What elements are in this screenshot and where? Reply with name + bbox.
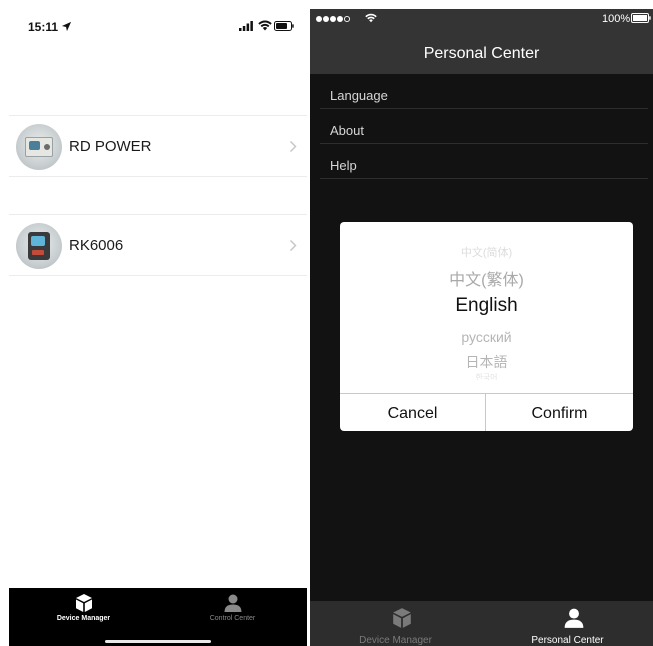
battery-percent: 100%: [602, 13, 631, 25]
menu-item-label: Language: [330, 88, 388, 103]
settings-menu: Language About Help: [310, 74, 653, 179]
tab-label: Control Center: [209, 615, 256, 622]
tab-device-manager[interactable]: Device Manager: [310, 601, 481, 646]
chevron-right-icon: [289, 140, 297, 153]
device-name: RK6006: [69, 237, 124, 254]
cancel-button[interactable]: Cancel: [340, 394, 486, 431]
menu-item-about[interactable]: About: [320, 109, 648, 144]
menu-item-language[interactable]: Language: [320, 74, 648, 109]
battery-icon: [631, 13, 651, 23]
location-arrow-icon: [61, 21, 72, 32]
device-box-icon: [76, 594, 92, 612]
language-option-selected[interactable]: English: [340, 295, 633, 317]
confirm-button[interactable]: Confirm: [486, 394, 633, 431]
navigation-bar: Personal Center: [310, 29, 653, 74]
person-icon: [564, 608, 584, 628]
tab-device-manager[interactable]: Device Manager: [9, 588, 158, 646]
tab-personal-center[interactable]: Personal Center: [482, 601, 653, 646]
tab-label: Device Manager: [56, 615, 111, 622]
battery-icon: [274, 21, 294, 31]
tab-label: Personal Center: [531, 635, 604, 646]
device-row-rd-power[interactable]: RD POWER: [9, 115, 307, 177]
person-icon: [224, 594, 242, 612]
language-option[interactable]: 日本語: [340, 352, 633, 372]
confirm-label: Confirm: [531, 405, 588, 422]
signal-icon: [239, 21, 253, 31]
language-option[interactable]: 한국어: [340, 372, 633, 380]
language-option[interactable]: 中文(繁体): [340, 266, 633, 290]
language-option[interactable]: 中文(简体): [340, 244, 633, 260]
device-row-rk6006[interactable]: RK6006: [9, 214, 307, 276]
device-manager-screen: 15:11 RD POWER RK6006 Device Manager Con…: [9, 9, 307, 646]
device-thumbnail: [16, 124, 62, 170]
personal-center-screen: 100% Personal Center Language About Help…: [310, 9, 653, 646]
language-picker-wheel[interactable]: 中文(简体) 中文(繁体) English русский 日本語 한국어: [340, 222, 633, 393]
language-picker-dialog: 中文(简体) 中文(繁体) English русский 日本語 한국어 Ca…: [340, 222, 633, 431]
wifi-icon: [258, 20, 272, 31]
signal-dots-icon: [316, 15, 351, 23]
device-thumbnail: [16, 223, 62, 269]
menu-item-label: About: [330, 123, 364, 138]
home-indicator: [105, 640, 211, 643]
tab-label: Device Manager: [359, 635, 432, 646]
tab-control-center[interactable]: Control Center: [158, 588, 307, 646]
device-box-icon: [393, 608, 411, 628]
device-name: RD POWER: [69, 138, 152, 155]
menu-item-label: Help: [330, 158, 357, 173]
status-bar: 100%: [310, 9, 653, 29]
page-title: Personal Center: [423, 45, 540, 62]
wifi-icon: [365, 13, 377, 23]
menu-item-help[interactable]: Help: [320, 144, 648, 179]
cancel-label: Cancel: [387, 405, 438, 422]
tab-bar: Device Manager Control Center: [9, 588, 307, 646]
status-bar: 15:11: [9, 9, 307, 47]
chevron-right-icon: [289, 239, 297, 252]
language-option[interactable]: русский: [340, 329, 633, 345]
tab-bar: Device Manager Personal Center: [310, 601, 653, 646]
dialog-actions: Cancel Confirm: [340, 393, 633, 431]
status-time: 15:11: [28, 20, 59, 34]
